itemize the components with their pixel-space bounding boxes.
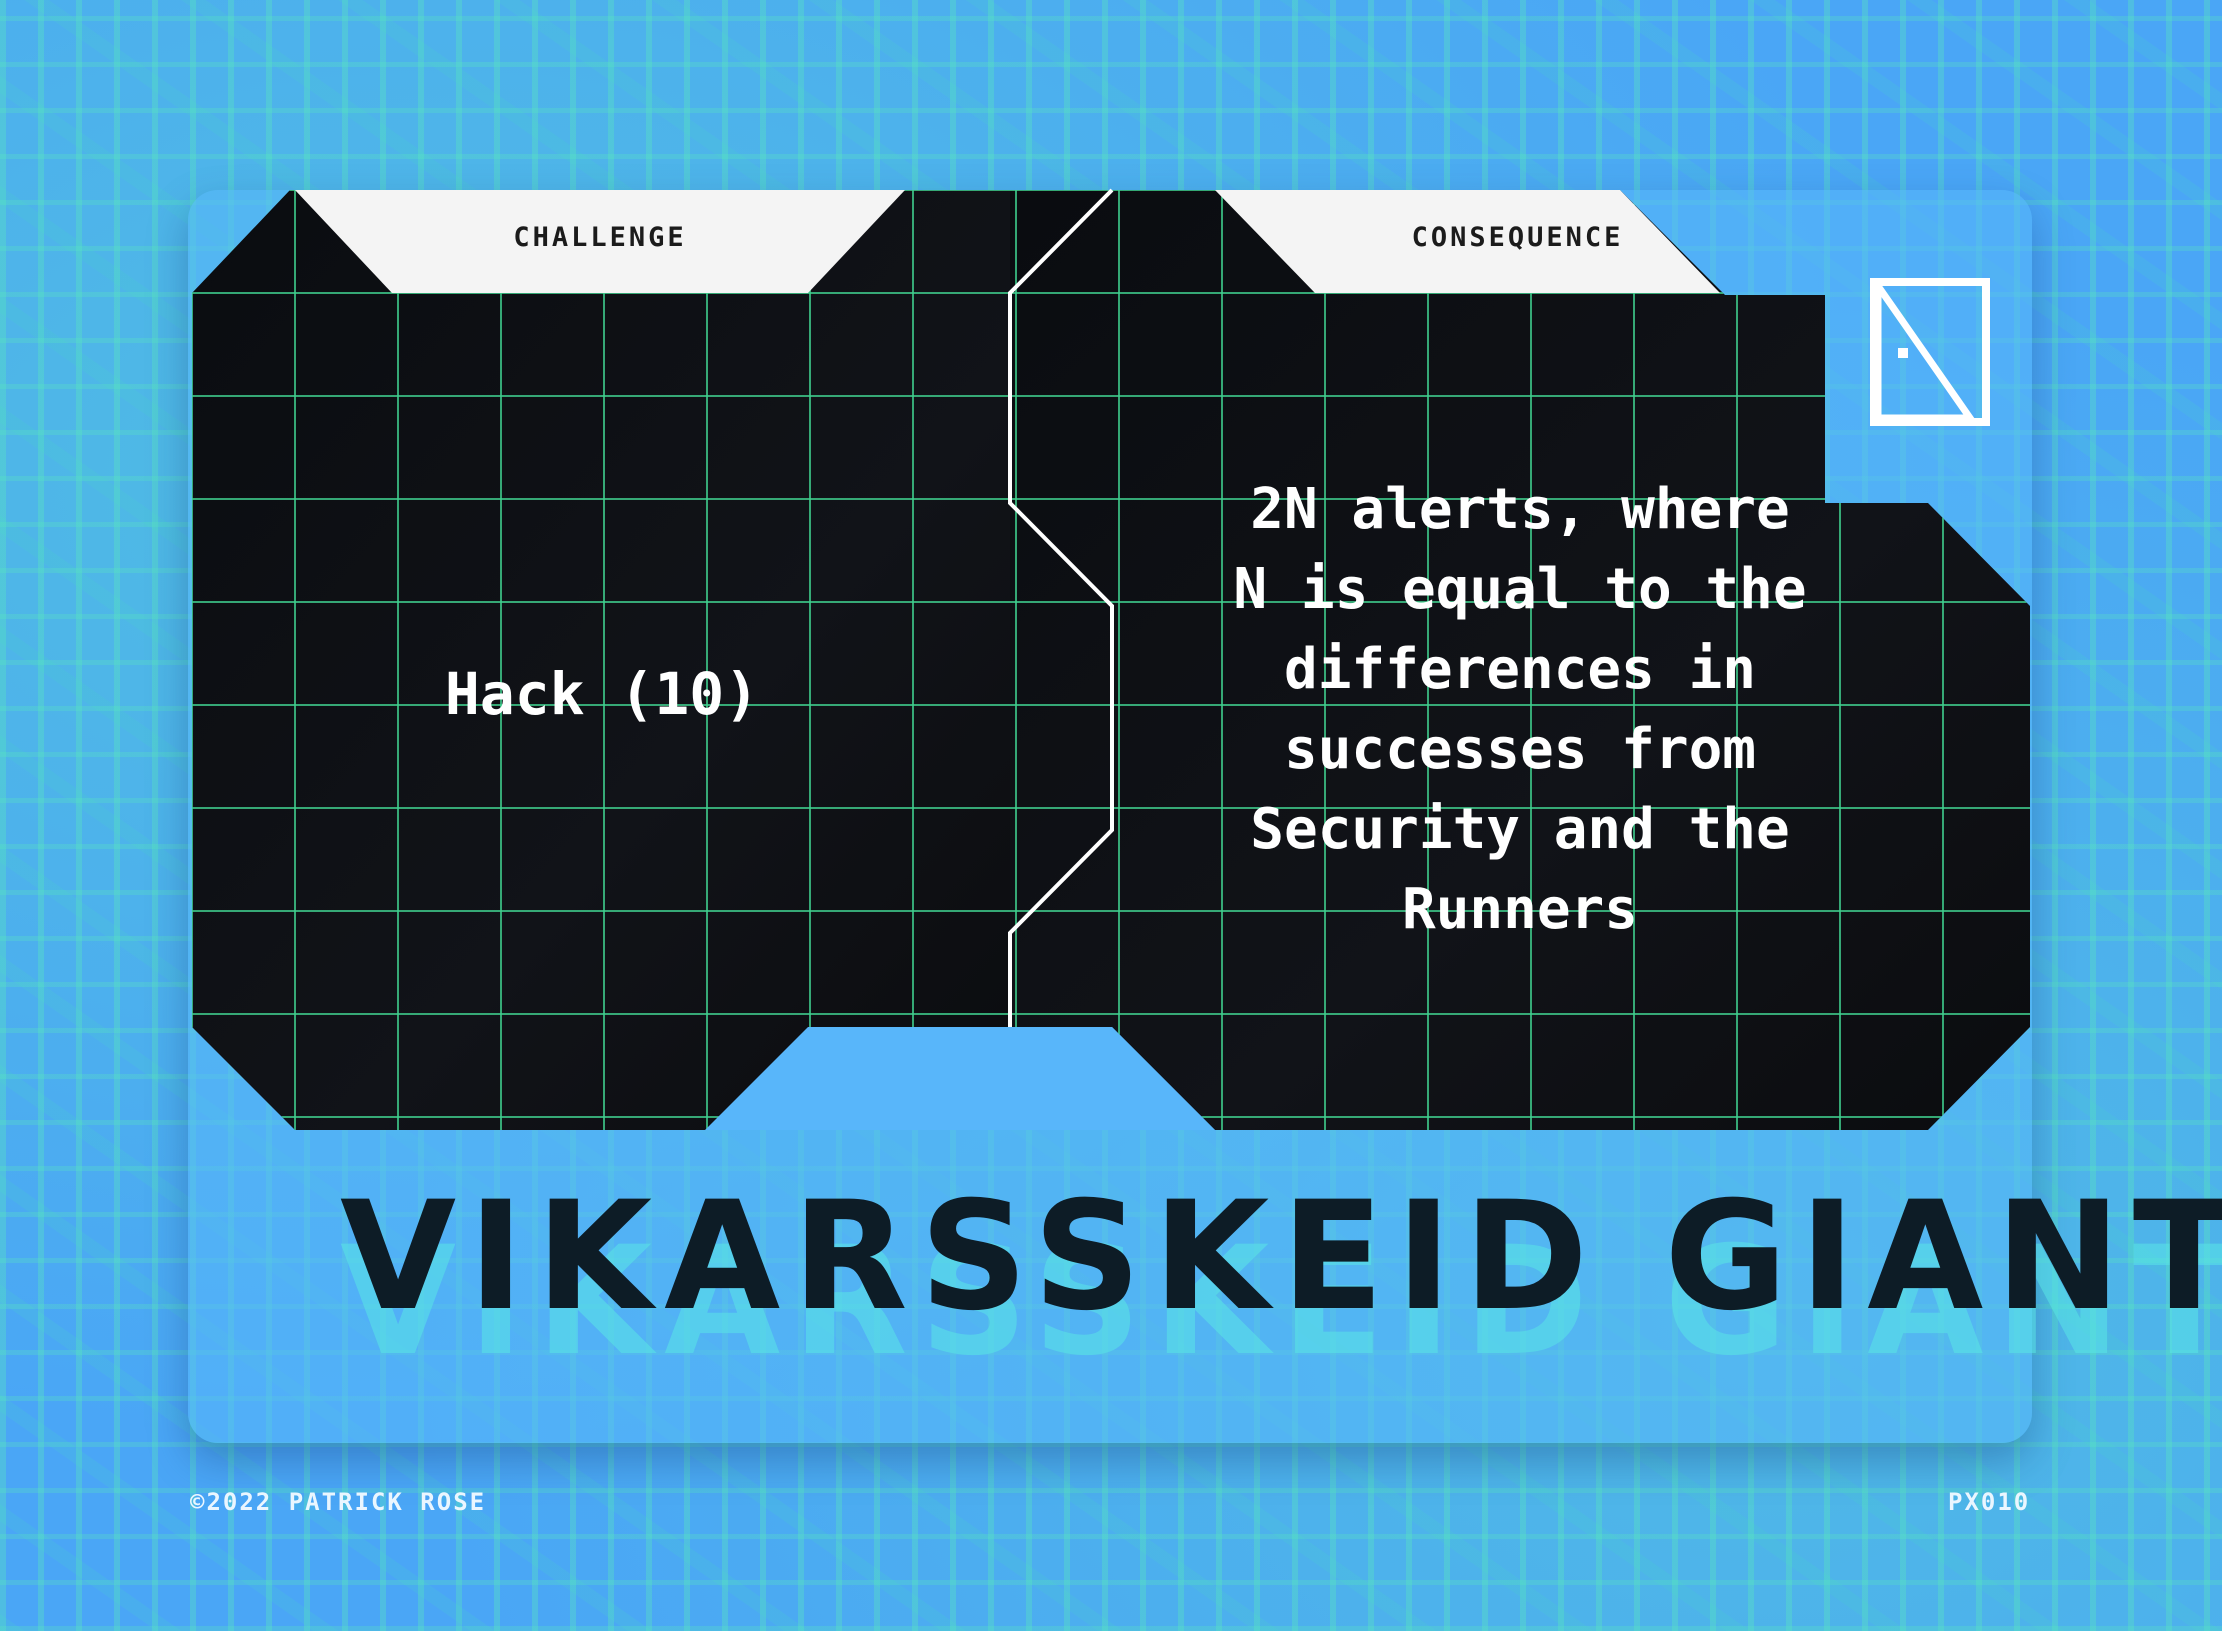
challenge-text: Hack (10) (444, 660, 760, 728)
door-icon (1870, 278, 1990, 426)
challenge-label: CHALLENGE (513, 222, 687, 253)
card-code: PX010 (1948, 1488, 2031, 1516)
consequence-line: 2N alerts, where (1250, 477, 1790, 542)
consequence-line: Runners (1401, 877, 1638, 942)
copyright: ©2022 PATRICK ROSE (190, 1488, 487, 1516)
consequence-line: N is equal to the (1233, 557, 1807, 622)
consequence-label: CONSEQUENCE (1411, 222, 1624, 253)
consequence-line: Security and the (1250, 797, 1790, 862)
card-title: VIKARSSKEID GIANT (340, 1170, 2222, 1344)
consequence-line: successes from (1283, 717, 1756, 782)
consequence-text: 2N alerts, where N is equal to the diffe… (1170, 470, 1870, 950)
consequence-line: differences in (1283, 637, 1756, 702)
